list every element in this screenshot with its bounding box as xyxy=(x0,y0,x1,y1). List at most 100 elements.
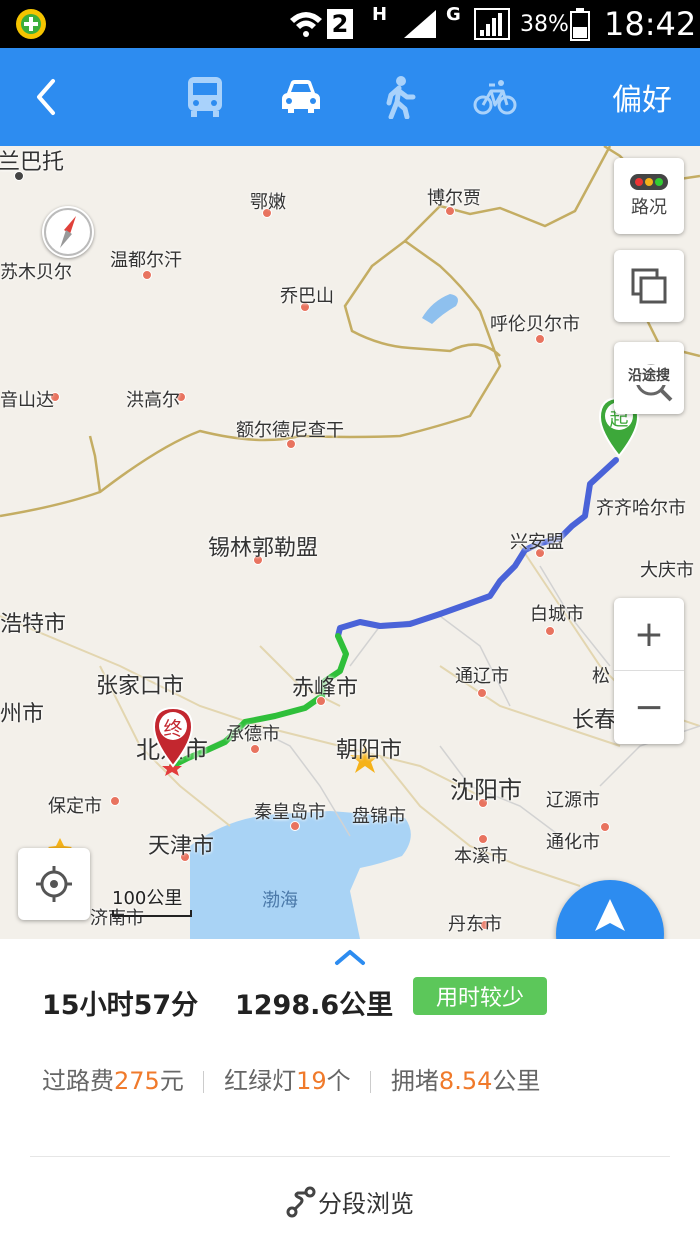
route-details: 过路费275元 红绿灯19个 拥堵8.54公里 xyxy=(42,1061,540,1096)
map-label: 松 xyxy=(592,666,610,687)
battery-percent: 38% xyxy=(520,11,569,37)
sim-badge: 2 xyxy=(327,0,353,48)
map-label: 洪高尔 xyxy=(126,390,180,411)
traffic-label: 路况 xyxy=(631,197,667,218)
scale-label: 100公里 xyxy=(112,888,183,909)
mode-bike-button[interactable] xyxy=(466,48,524,146)
bus-icon xyxy=(188,77,222,117)
preferences-button[interactable]: 偏好 xyxy=(598,48,686,146)
toll-prefix: 过路费 xyxy=(42,1067,114,1095)
map-label: 赤峰市 xyxy=(292,676,359,701)
map-label: 沈阳市 xyxy=(450,776,522,804)
signal-icon-2 xyxy=(474,0,510,48)
map-label: 苏木贝尔 xyxy=(0,262,72,283)
map-label: 通辽市 xyxy=(455,666,509,687)
map-label: 博尔贾 xyxy=(427,188,481,209)
mode-walk-button[interactable] xyxy=(370,48,428,146)
layers-icon xyxy=(631,268,667,304)
expand-panel-button[interactable] xyxy=(333,947,367,967)
city-dot xyxy=(110,796,120,806)
clock: 18:42 xyxy=(604,5,697,43)
jam-prefix: 拥堵 xyxy=(390,1067,439,1095)
map-label: 额尔德尼查干 xyxy=(236,420,344,441)
wifi-icon xyxy=(288,0,324,48)
route-mode-bar: 偏好 xyxy=(0,48,700,146)
map-base xyxy=(0,146,700,939)
mode-bus-button[interactable] xyxy=(176,48,234,146)
city-dot xyxy=(600,822,610,832)
bike-icon xyxy=(473,80,517,115)
search-along-label: 沿途搜 xyxy=(626,365,672,385)
chevron-left-icon xyxy=(37,79,55,115)
route-distance: 1298.6公里 xyxy=(234,990,394,1021)
zoom-in-button[interactable]: + xyxy=(614,598,684,671)
map-view[interactable]: 兰巴托 鄂嫩 博尔贾 温都尔汗 苏木贝尔 乔巴山 呼伦贝尔市 音山达 洪高尔 额… xyxy=(0,146,700,939)
mode-car-button[interactable] xyxy=(272,48,330,146)
map-label: 鄂嫩 xyxy=(250,192,286,213)
map-label: 张家口市 xyxy=(96,674,185,699)
traffic-light-icon xyxy=(630,174,668,190)
lights-value: 19 xyxy=(296,1067,327,1095)
toll-value: 275 xyxy=(114,1067,160,1095)
map-label: 白城市 xyxy=(530,604,584,625)
panel-divider xyxy=(30,1156,670,1157)
map-label: 盘锦市 xyxy=(352,806,406,827)
detail-divider xyxy=(203,1071,205,1093)
map-label: 保定市 xyxy=(48,796,102,817)
compass-icon xyxy=(44,208,92,256)
jam-value: 8.54 xyxy=(438,1067,493,1095)
back-button[interactable] xyxy=(14,48,78,146)
status-bar: 2 H G 38% 18:42 xyxy=(0,0,700,48)
map-label: 温都尔汗 xyxy=(110,250,182,271)
network-type-h: H xyxy=(372,4,388,25)
lights-unit: 个 xyxy=(326,1067,351,1095)
battery-icon xyxy=(570,0,590,48)
navigation-arrow-icon xyxy=(595,898,625,931)
end-marker-label: 终 xyxy=(163,718,183,740)
locate-button[interactable] xyxy=(18,848,90,920)
map-label: 丹东市 xyxy=(448,914,502,935)
traffic-button[interactable]: 路况 xyxy=(614,158,684,234)
lights-prefix: 红绿灯 xyxy=(224,1067,297,1095)
bohai-sea xyxy=(190,811,411,939)
map-label: 天津市 xyxy=(148,834,215,859)
app-notification-icon xyxy=(14,0,48,48)
map-label: 州市 xyxy=(0,702,45,727)
end-marker[interactable]: 终 xyxy=(152,706,194,770)
map-label: 朝阳市 xyxy=(336,738,403,763)
route-time: 15小时57分 xyxy=(42,990,199,1021)
scale-bar: 100公里 xyxy=(112,884,192,917)
map-label: 通化市 xyxy=(546,832,600,853)
locate-icon xyxy=(36,866,72,902)
city-dot xyxy=(477,688,487,698)
map-label: 呼伦贝尔市 xyxy=(490,314,580,335)
map-label: 音山达 xyxy=(0,390,54,411)
map-label-sea: 渤海 xyxy=(262,890,298,911)
compass-button[interactable] xyxy=(42,206,94,258)
map-label: 承德市 xyxy=(226,724,280,745)
segment-view-button[interactable]: 分段浏览 xyxy=(0,1184,700,1219)
map-label: 秦皇岛市 xyxy=(254,802,326,823)
map-label: 兰巴托 xyxy=(0,150,65,175)
walk-icon xyxy=(386,76,416,119)
city-dot xyxy=(545,626,555,636)
network-type-g: G xyxy=(446,4,461,25)
chevron-up-icon xyxy=(335,950,365,965)
car-icon xyxy=(282,80,320,113)
search-along-route-button[interactable]: 沿途搜 xyxy=(614,342,684,414)
hulun-lake xyxy=(422,294,458,324)
layers-button[interactable] xyxy=(614,250,684,322)
map-label: 本溪市 xyxy=(454,846,508,867)
map-label: 长春 xyxy=(572,708,617,733)
zoom-out-button[interactable]: − xyxy=(614,671,684,743)
map-label: 浩特市 xyxy=(0,612,67,637)
route-summary-panel: 15小时57分 1298.6公里 用时较少 过路费275元 红绿灯19个 拥堵8… xyxy=(0,939,700,1244)
toll-unit: 元 xyxy=(159,1067,184,1095)
map-label: 大庆市 xyxy=(640,560,694,581)
route-icon xyxy=(286,1186,316,1217)
segment-view-label: 分段浏览 xyxy=(318,1190,414,1218)
signal-icon xyxy=(402,0,438,48)
map-label: 兴安盟 xyxy=(510,532,564,553)
map-label: 齐齐哈尔市 xyxy=(596,498,686,519)
map-label: 辽源市 xyxy=(546,790,600,811)
